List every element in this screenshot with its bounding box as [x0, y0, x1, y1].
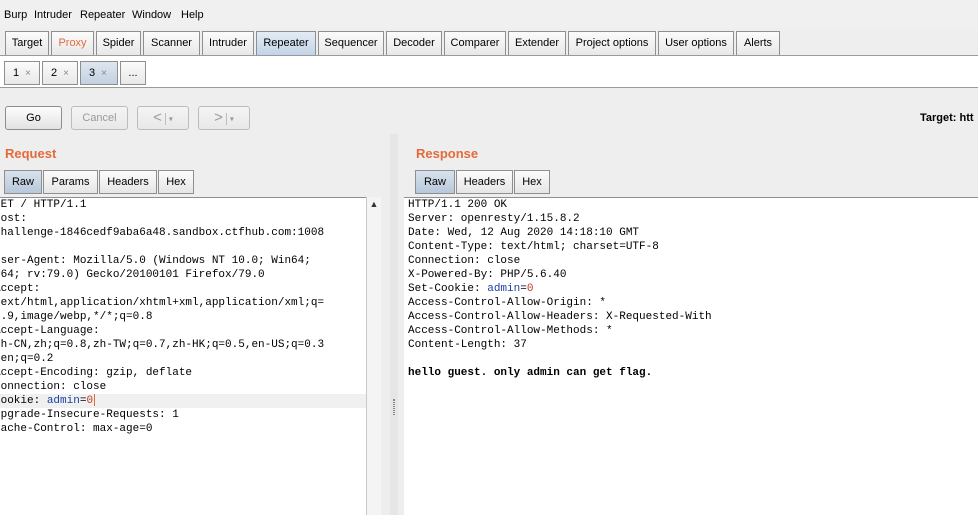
- cookie-header-name: Cookie:: [0, 395, 41, 407]
- repeater-tab-1[interactable]: 1 ×: [4, 61, 40, 85]
- menu-repeater[interactable]: Repeater: [80, 9, 125, 21]
- response-line: Date: Wed, 12 Aug 2020 14:18:10 GMT: [408, 227, 640, 239]
- request-line: Upgrade-Insecure-Requests: 1: [0, 409, 179, 421]
- tab-scanner[interactable]: Scanner: [143, 31, 200, 55]
- tab-sequencer[interactable]: Sequencer: [318, 31, 384, 55]
- response-body: hello guest. only admin can get flag.: [408, 367, 653, 379]
- response-line: HTTP/1.1 200 OK: [408, 199, 508, 211]
- request-line: Connection: close: [0, 381, 107, 393]
- response-line: Access-Control-Allow-Origin: *: [408, 297, 607, 309]
- cookie-line: Cookie: admin=0: [0, 394, 366, 408]
- tab-extender[interactable]: Extender: [508, 31, 566, 55]
- chevron-left-icon: <: [153, 109, 162, 126]
- chevron-down-icon[interactable]: ▾: [169, 115, 173, 124]
- request-tab-raw[interactable]: Raw: [4, 170, 42, 194]
- repeater-tab-label: 1: [13, 67, 20, 79]
- scroll-up-arrow-icon[interactable]: ▲: [369, 199, 379, 209]
- menu-help[interactable]: Help: [181, 9, 204, 21]
- response-line: Access-Control-Allow-Methods: *: [408, 325, 613, 337]
- request-line: x64; rv:79.0) Gecko/20100101 Firefox/79.…: [0, 269, 265, 281]
- request-line: ,en;q=0.2: [0, 353, 54, 365]
- tab-target[interactable]: Target: [5, 31, 49, 55]
- forward-button[interactable]: > ▾: [198, 106, 250, 130]
- set-cookie-line: Set-Cookie: admin=0: [408, 282, 978, 296]
- cookie-key: admin: [46, 395, 80, 407]
- panel-splitter[interactable]: [390, 134, 398, 515]
- request-line: Accept:: [0, 283, 41, 295]
- go-button[interactable]: Go: [5, 106, 62, 130]
- menu-bar: Burp Intruder Repeater Window Help: [0, 0, 978, 28]
- request-line: GET / HTTP/1.1: [0, 199, 87, 211]
- set-cookie-equals: =: [520, 283, 527, 295]
- set-cookie-header-name: Set-Cookie:: [408, 283, 488, 295]
- menu-intruder[interactable]: Intruder: [34, 9, 72, 21]
- new-tab-button[interactable]: ...: [120, 61, 146, 85]
- chevron-right-icon: >: [214, 109, 223, 126]
- request-line: 0: [0, 240, 366, 254]
- menu-window[interactable]: Window: [132, 9, 171, 21]
- repeater-tab-2[interactable]: 2 ×: [42, 61, 78, 85]
- cancel-button[interactable]: Cancel: [71, 106, 128, 130]
- request-scrollbar[interactable]: ▲: [366, 197, 381, 515]
- tab-comparer[interactable]: Comparer: [444, 31, 506, 55]
- request-line: 0.9,image/webp,*/*;q=0.8: [0, 311, 153, 323]
- message-panels: Request Raw Params Headers Hex GET / HTT…: [0, 134, 978, 515]
- tab-user-options[interactable]: User options: [658, 31, 734, 55]
- response-line: Server: openresty/1.15.8.2: [408, 213, 580, 225]
- request-tab-hex[interactable]: Hex: [158, 170, 194, 194]
- tool-tab-bar: Target Proxy Spider Scanner Intruder Rep…: [0, 28, 978, 56]
- close-icon[interactable]: ×: [63, 68, 69, 79]
- cookie-value: 0: [86, 395, 94, 407]
- response-line: Connection: close: [408, 255, 521, 267]
- repeater-tab-label: 3: [89, 67, 96, 79]
- text-caret: [94, 394, 96, 407]
- divider: [225, 113, 227, 126]
- response-line: X-Powered-By: PHP/5.6.40: [408, 269, 567, 281]
- request-line: zh-CN,zh;q=0.8,zh-TW;q=0.7,zh-HK;q=0.5,e…: [0, 339, 325, 351]
- back-button[interactable]: < ▾: [137, 106, 189, 130]
- request-line: Accept-Language:: [0, 325, 100, 337]
- repeater-toolbar: Go Cancel < ▾ > ▾ Target: htt: [0, 88, 978, 134]
- tab-repeater[interactable]: Repeater: [256, 31, 316, 55]
- request-line: text/html,application/xhtml+xml,applicat…: [0, 297, 325, 309]
- request-tab-headers[interactable]: Headers: [99, 170, 157, 194]
- tab-alerts[interactable]: Alerts: [736, 31, 780, 55]
- response-tab-hex[interactable]: Hex: [514, 170, 550, 194]
- divider: [164, 113, 166, 126]
- tab-project-options[interactable]: Project options: [568, 31, 656, 55]
- menu-burp[interactable]: Burp: [4, 9, 27, 21]
- response-line: Content-Length: 37: [408, 339, 527, 351]
- tab-proxy[interactable]: Proxy: [51, 31, 94, 55]
- request-line: Accept-Encoding: gzip, deflate: [0, 367, 193, 379]
- response-line: [408, 352, 978, 366]
- target-label[interactable]: Target: htt: [920, 112, 974, 124]
- chevron-down-icon[interactable]: ▾: [230, 115, 234, 124]
- tab-intruder[interactable]: Intruder: [202, 31, 254, 55]
- request-editor[interactable]: GET / HTTP/1.1 Host: challenge-1846cedf9…: [0, 197, 366, 515]
- response-editor[interactable]: HTTP/1.1 200 OK Server: openresty/1.15.8…: [404, 197, 978, 515]
- request-title: Request: [5, 146, 57, 161]
- response-line: Content-Type: text/html; charset=UTF-8: [408, 241, 659, 253]
- request-line: challenge-1846cedf9aba6a48.sandbox.ctfhu…: [0, 227, 325, 239]
- request-tab-params[interactable]: Params: [43, 170, 98, 194]
- request-line: Cache-Control: max-age=0: [0, 423, 153, 435]
- response-tab-headers[interactable]: Headers: [456, 170, 513, 194]
- response-title: Response: [416, 146, 479, 161]
- set-cookie-key: admin: [487, 283, 521, 295]
- set-cookie-value: 0: [526, 283, 534, 295]
- repeater-tab-label: 2: [51, 67, 58, 79]
- response-tab-raw[interactable]: Raw: [415, 170, 455, 194]
- repeater-tab-bar: 1 × 2 × 3 × ...: [0, 56, 978, 88]
- response-line: Access-Control-Allow-Headers: X-Requeste…: [408, 311, 712, 323]
- close-icon[interactable]: ×: [25, 68, 31, 79]
- grip-handle-icon[interactable]: [393, 399, 395, 415]
- request-line: Host:: [0, 213, 28, 225]
- tab-spider[interactable]: Spider: [96, 31, 141, 55]
- request-line: User-Agent: Mozilla/5.0 (Windows NT 10.0…: [0, 255, 311, 267]
- repeater-tab-3[interactable]: 3 ×: [80, 61, 118, 85]
- close-icon[interactable]: ×: [101, 68, 107, 79]
- tab-decoder[interactable]: Decoder: [386, 31, 442, 55]
